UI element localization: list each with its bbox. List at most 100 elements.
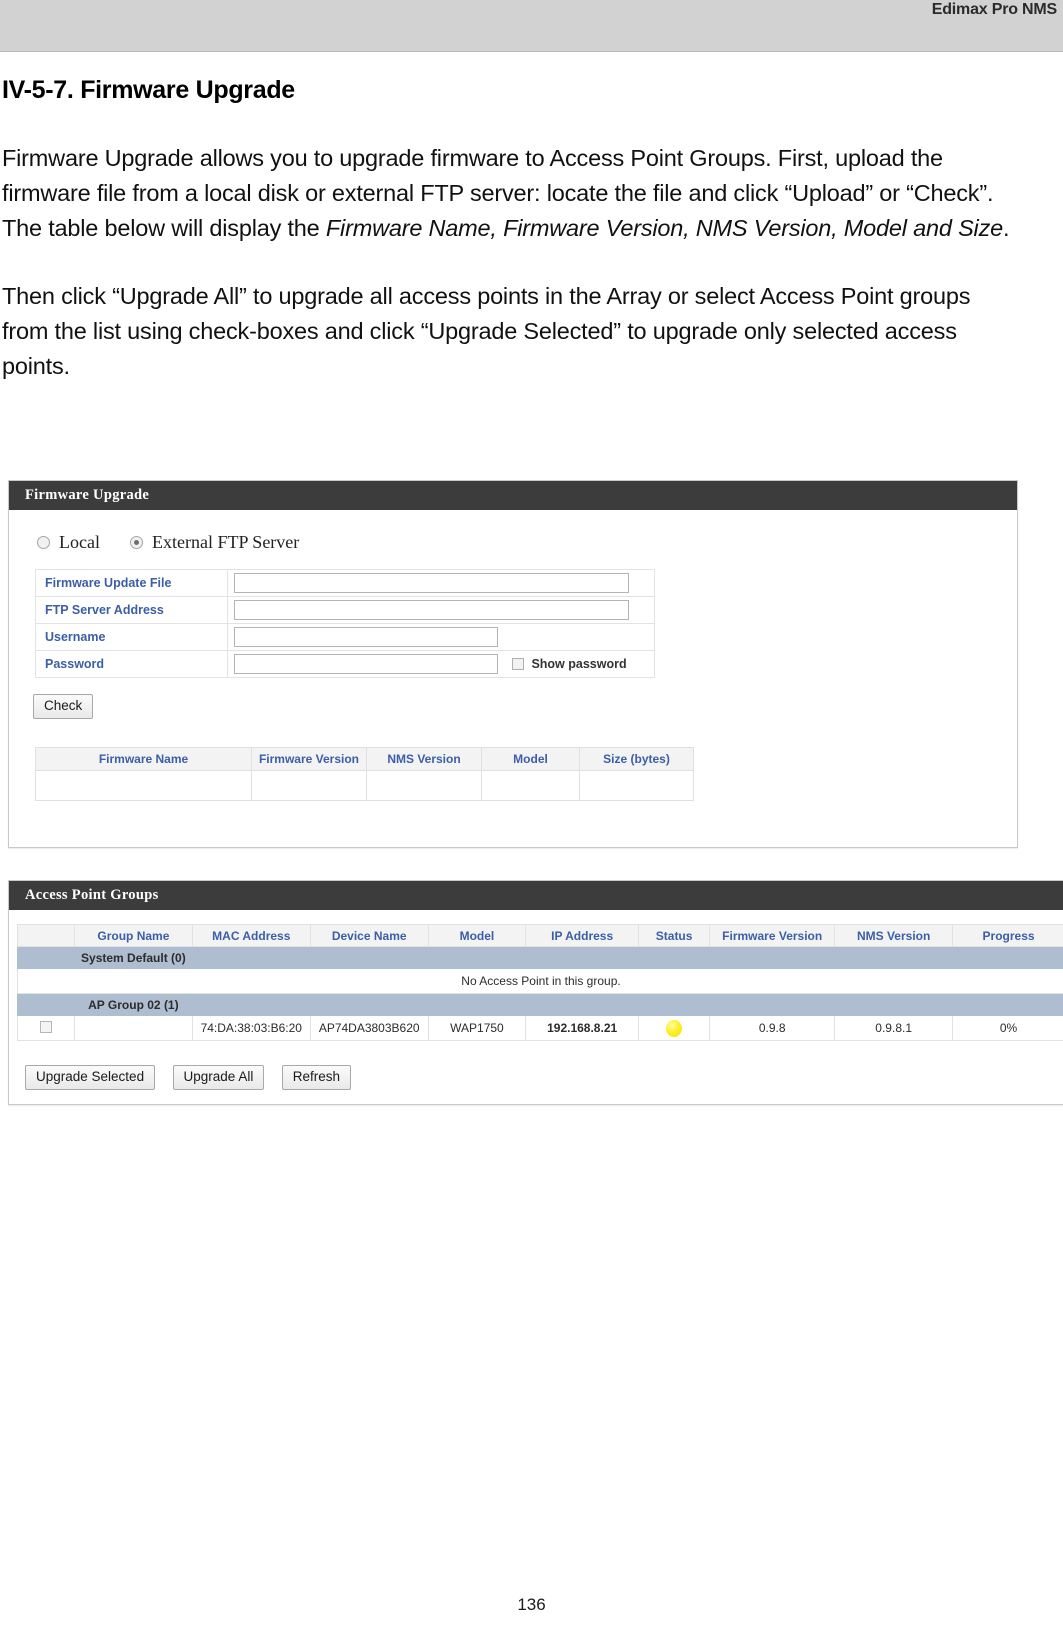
access-point-groups-panel-body: Group Name MAC Address Device Name Model… [9,924,1063,1104]
radio-option-external-ftp[interactable]: External FTP Server [129,532,300,553]
page-title: IV-5-7. Firmware Upgrade [2,76,295,104]
firmware-upgrade-screenshot: Firmware Upgrade Local External FTP Serv… [8,480,1018,848]
column-header-device-name: Device Name [309,924,429,947]
page-header-band: Edimax Pro NMS [0,0,1063,52]
label-username: Username [35,623,228,651]
form-row-ftp-server-address: FTP Server Address [35,596,655,624]
table-row: 74:DA:38:03:B6:20 AP74DA3803B620 WAP1750… [17,1015,1063,1041]
form-row-firmware-update-file: Firmware Update File [35,569,655,597]
label-ftp-server-address: FTP Server Address [35,596,228,624]
firmware-upload-form: Firmware Update File FTP Server Address … [35,569,655,678]
column-header-group-name: Group Name [73,924,193,947]
cell-device-name: AP74DA3803B620 [309,1015,429,1041]
field-firmware-update-file [227,569,655,597]
access-point-groups-panel-title: Access Point Groups [9,881,1063,910]
access-point-groups-panel: Access Point Groups Group Name MAC Addre… [8,880,1063,1105]
group-header-row-ap-group-02: AP Group 02 (1) [17,993,1063,1016]
intro-paragraph-text-2: . [1003,215,1010,241]
intro-paragraph: Firmware Upgrade allows you to upgrade f… [0,141,1010,246]
firmware-upgrade-panel-title: Firmware Upgrade [9,481,1017,510]
no-access-point-message: No Access Point in this group. [17,968,1063,994]
access-point-groups-table: Group Name MAC Address Device Name Model… [17,924,1063,1041]
password-input[interactable] [234,654,498,674]
form-row-username: Username [35,623,655,651]
group-header-row-system-default: System Default (0) [17,946,1063,969]
firmware-result-header-row: Firmware Name Firmware Version NMS Versi… [35,747,694,771]
column-header-select [17,924,75,947]
column-header-status: Status [638,924,711,947]
cell-firmware-name [35,770,252,801]
cell-size-bytes [579,770,694,801]
cell-status [638,1015,711,1041]
column-header-nms-version: NMS Version [834,924,954,947]
radio-external-ftp-label: External FTP Server [151,532,300,552]
label-password: Password [35,650,228,678]
cell-progress: 0% [952,1015,1063,1041]
group-name-ap-group-02: AP Group 02 (1) [73,993,193,1016]
column-header-firmware-version: Firmware Version [709,924,836,947]
group-row-filler-2 [191,993,1063,1016]
group-name-system-default: System Default (0) [73,946,193,969]
username-input[interactable] [234,627,498,647]
column-header-progress: Progress [952,924,1063,947]
refresh-button[interactable]: Refresh [281,1065,352,1090]
show-password-label: Show password [531,657,627,671]
instructions-paragraph: Then click “Upgrade All” to upgrade all … [2,283,971,379]
intro-paragraph-italic: Firmware Name, Firmware Version, NMS Ver… [325,215,1003,241]
column-header-mac-address: MAC Address [191,924,311,947]
cell-group-name [73,1015,193,1041]
upgrade-selected-button[interactable]: Upgrade Selected [25,1065,156,1090]
column-header-ip-address: IP Address [525,924,640,947]
column-header-model: Model [427,924,527,947]
ap-table-bottom-spacer [9,1041,1063,1051]
upgrade-all-button[interactable]: Upgrade All [172,1065,265,1090]
row-checkbox-icon[interactable] [39,1020,52,1033]
firmware-upgrade-panel-body: Local External FTP Server Firmware Updat… [9,510,1017,847]
cell-nms-version: 0.9.8.1 [834,1015,954,1041]
document-body: IV-5-7. Firmware Upgrade Firmware Upgrad… [0,52,1063,384]
cell-firmware-version [251,770,367,801]
column-header-model: Model [481,747,580,771]
field-ftp-server-address [227,596,655,624]
radio-external-ftp-icon[interactable] [129,536,143,549]
label-firmware-update-file: Firmware Update File [35,569,228,597]
row-select-cell[interactable] [17,1015,75,1041]
form-row-password: Password Show password [35,650,655,678]
yellow-status-dot-icon [666,1019,683,1037]
ap-groups-button-row: Upgrade Selected Upgrade All Refresh [9,1051,1063,1104]
cell-nms-version [366,770,482,801]
field-username [227,623,655,651]
radio-local-label: Local [59,532,100,552]
column-header-firmware-name: Firmware Name [35,747,252,771]
cell-ip-address[interactable]: 192.168.8.21 [525,1015,640,1041]
page-number: 136 [517,1595,546,1614]
access-point-groups-screenshot: Access Point Groups Group Name MAC Addre… [8,880,1063,1105]
column-header-nms-version: NMS Version [366,747,482,771]
group-row-select-cell [17,946,75,969]
firmware-result-row [35,770,694,801]
ap-table-header-row: Group Name MAC Address Device Name Model… [17,924,1063,947]
firmware-source-radio-group: Local External FTP Server [9,510,1017,569]
column-header-firmware-version: Firmware Version [251,747,367,771]
firmware-update-file-input[interactable] [234,573,629,593]
firmware-check-button-row: Check [9,678,1017,719]
ftp-server-address-input[interactable] [234,600,629,620]
show-password-checkbox-icon[interactable] [512,658,525,670]
firmware-panel-bottom-spacer [9,801,1017,847]
show-password-toggle[interactable]: Show password [512,657,627,671]
cell-firmware-version: 0.9.8 [709,1015,836,1041]
radio-option-local[interactable]: Local [37,532,100,553]
field-password: Show password [227,650,655,678]
product-brand-label: Edimax Pro NMS [931,1,1057,18]
cell-model [481,770,580,801]
column-header-size-bytes: Size (bytes) [579,747,694,771]
group-row-select-cell-2 [17,993,75,1016]
check-button[interactable]: Check [33,694,94,719]
group-empty-row-system-default: No Access Point in this group. [17,968,1063,994]
radio-local-icon[interactable] [37,536,50,549]
group-row-filler [191,946,1063,969]
firmware-upgrade-panel: Firmware Upgrade Local External FTP Serv… [8,480,1018,848]
cell-model: WAP1750 [427,1015,527,1041]
firmware-result-table: Firmware Name Firmware Version NMS Versi… [35,747,694,801]
cell-mac-address: 74:DA:38:03:B6:20 [191,1015,311,1041]
